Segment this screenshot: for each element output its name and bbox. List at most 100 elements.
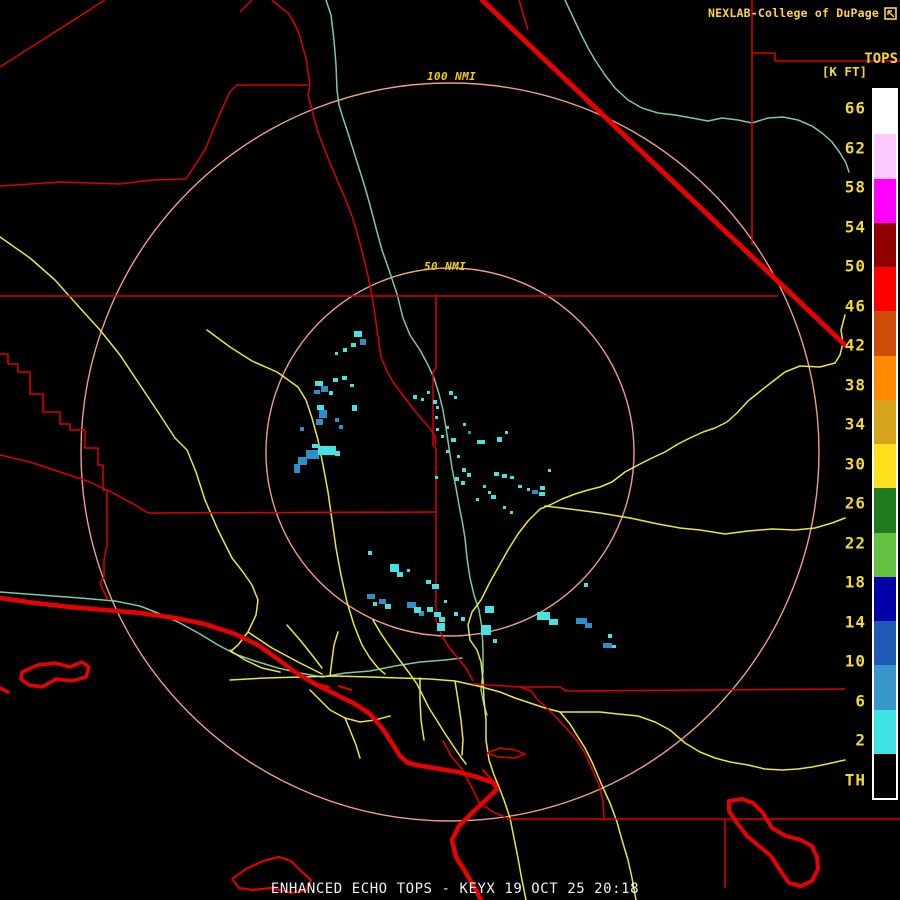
legend-segment-15 [874, 753, 896, 798]
echo-cell-cyan [427, 391, 430, 394]
island-fragment [0, 686, 10, 694]
echo-cell-cyan [477, 440, 485, 444]
island-san-clemente [727, 797, 820, 888]
echo-cell-cyan [373, 602, 377, 606]
legend-label-42: 42 [844, 335, 866, 355]
echo-cell-cyan [454, 612, 458, 616]
echo-cell-blue [321, 386, 328, 392]
echo-cell-cyan [483, 485, 486, 488]
echo-cell-cyan [463, 423, 466, 426]
island-santa-cruz [19, 660, 91, 689]
echo-cell-cyan [493, 639, 497, 643]
echo-cell-cyan [446, 426, 449, 429]
echo-cell-cyan [449, 391, 453, 395]
legend-segment-1 [874, 134, 896, 179]
legend-label-18: 18 [844, 572, 866, 592]
echo-cell-cyan [335, 352, 338, 355]
echo-cell-cyan [433, 400, 437, 404]
echo-cell-blue [300, 427, 304, 431]
echo-cell-cyan [432, 584, 439, 589]
ca-nv-state-line [479, 0, 848, 348]
river-lines [0, 0, 850, 716]
echo-cell-cyan [494, 472, 499, 476]
echo-cell-cyan [539, 492, 545, 496]
echo-cell-blue [319, 410, 327, 418]
legend-segment-9 [874, 488, 896, 533]
echo-cell-cyan [527, 488, 530, 491]
echo-cell-cyan [436, 428, 439, 431]
legend-label-10: 10 [844, 651, 866, 671]
legend-segment-8 [874, 444, 896, 489]
legend-label-54: 54 [844, 217, 866, 237]
echo-cell-cyan [537, 612, 550, 620]
echo-cell-cyan [315, 381, 323, 386]
echo-cell-cyan [488, 491, 491, 494]
echo-cell-cyan [435, 476, 438, 479]
echo-cell-cyan [505, 431, 508, 434]
echo-cell-cyan [510, 511, 513, 514]
echo-cell-blue [468, 431, 471, 434]
echo-cell-cyan [485, 606, 494, 613]
legend-label-26: 26 [844, 493, 866, 513]
echo-cell-blue [360, 339, 366, 345]
echo-cell-cyan [317, 405, 324, 410]
echo-cell-cyan [350, 384, 354, 387]
legend-segment-13 [874, 665, 896, 710]
color-scale-bar [872, 88, 898, 800]
echo-cell-cyan [312, 444, 318, 448]
window-arrow-icon[interactable] [884, 6, 897, 20]
echo-cell-cyan [497, 437, 502, 442]
echo-cell-cyan [421, 398, 424, 401]
legend-segment-11 [874, 576, 896, 621]
legend-label-22: 22 [844, 533, 866, 553]
echo-cell-cyan [343, 348, 347, 352]
legend-segment-10 [874, 532, 896, 577]
legend-label-2: 2 [855, 730, 866, 750]
echo-cell-cyan [467, 473, 471, 477]
echo-cell-cyan [461, 481, 465, 485]
legend-label-30: 30 [844, 454, 866, 474]
echo-cell-cyan [318, 446, 336, 455]
echo-cell-blue [306, 450, 319, 459]
echo-cell-blue [316, 419, 323, 425]
county-boundary-lines [0, 0, 900, 895]
legend-units: [K FT] [821, 64, 867, 79]
echo-cell-blue [335, 418, 339, 422]
echo-cell-cyan [329, 391, 333, 395]
echo-cell-cyan [503, 506, 506, 509]
echo-cell-blue [603, 643, 612, 648]
echo-cell-cyan [548, 469, 551, 472]
legend-segment-14 [874, 709, 896, 754]
echo-cell-cyan [584, 583, 588, 587]
echo-cell-cyan [455, 477, 459, 481]
echo-cell-blue [298, 457, 307, 465]
echo-cell-cyan [476, 498, 479, 501]
echo-cell-blue [294, 464, 300, 473]
echo-cell-cyan [491, 495, 496, 499]
echo-cell-cyan [333, 378, 338, 382]
echo-cell-cyan [451, 438, 456, 442]
echo-cell-blue [585, 623, 592, 628]
echo-cell-cyan [608, 634, 612, 638]
ring-label-100nmi: 100 NMI [427, 70, 477, 83]
legend-label-38: 38 [844, 375, 866, 395]
legend-label-34: 34 [844, 414, 866, 434]
legend-title: TOPS [864, 51, 898, 67]
echo-cell-cyan [510, 476, 514, 479]
echo-cell-blue [314, 390, 320, 394]
echo-cell-cyan [481, 625, 491, 635]
echo-cell-cyan [368, 551, 372, 555]
echo-cell-cyan [414, 607, 421, 613]
echo-cell-cyan [434, 612, 441, 617]
echo-cell-cyan [549, 619, 558, 625]
ring-label-50nmi: 50 NMI [424, 260, 467, 273]
echo-cell-cyan [397, 572, 403, 577]
echo-cell-cyan [435, 416, 438, 419]
legend-label-62: 62 [844, 138, 866, 158]
color-scale-labels: 66 62 58 54 50 46 42 38 34 30 26 22 18 14 10 6 2 TH [820, 88, 866, 800]
status-caption: ENHANCED ECHO TOPS - KEYX 19 OCT 25 20:1… [270, 881, 640, 897]
echo-cell-cyan [385, 604, 391, 609]
echo-cell-cyan [502, 474, 507, 478]
echo-cell-cyan [441, 435, 444, 438]
echo-cell-cyan [444, 600, 447, 603]
